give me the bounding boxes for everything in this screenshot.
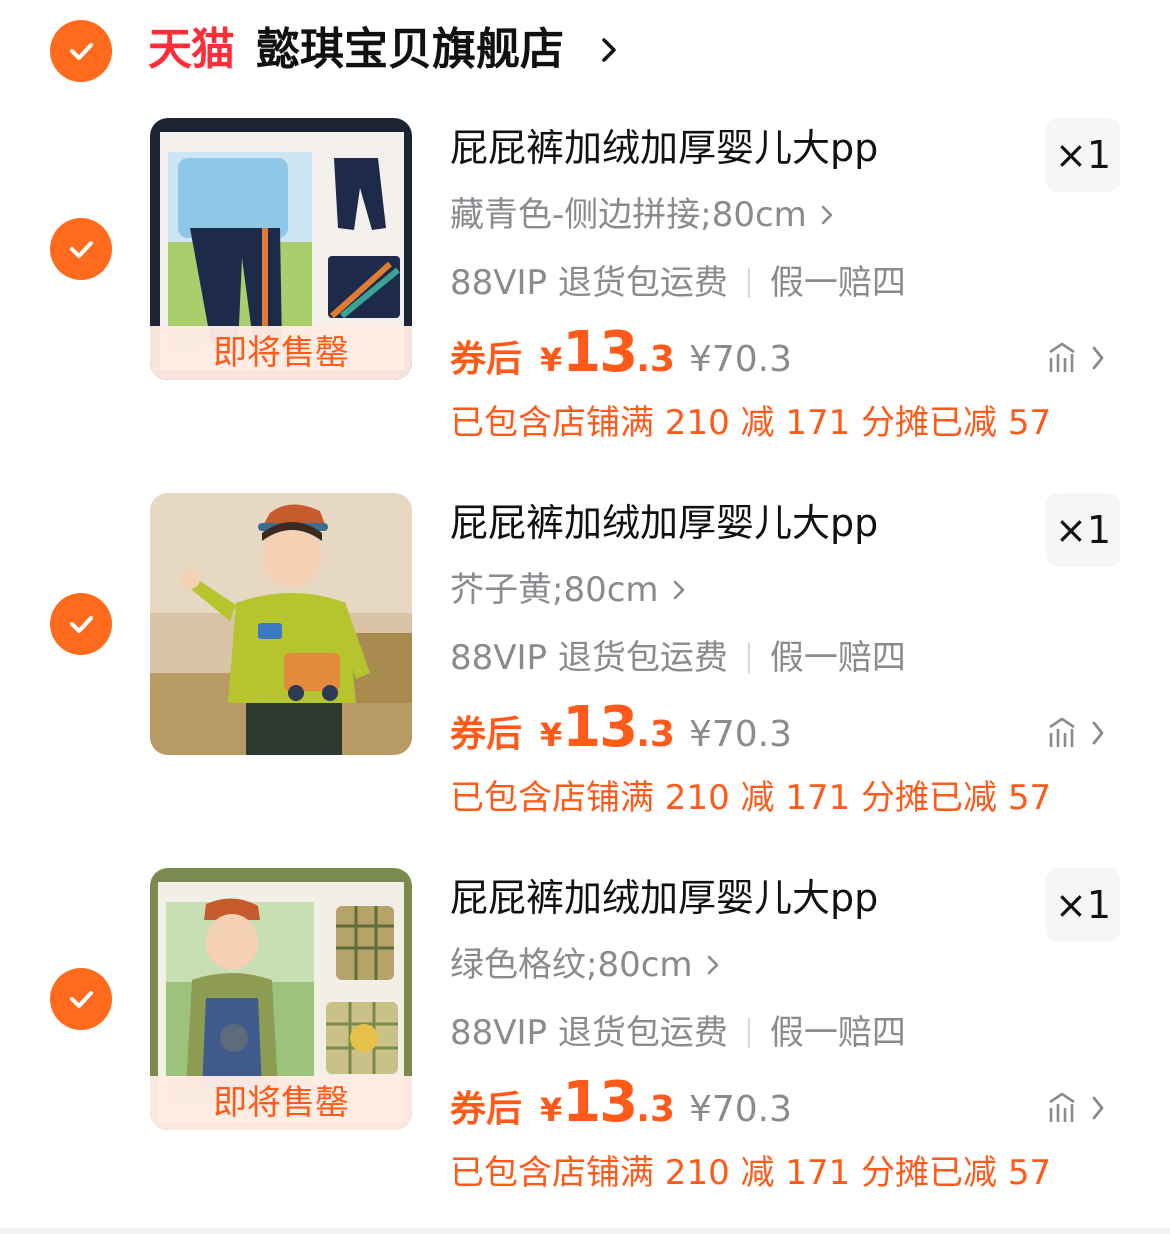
- cart-item: 即将售罄 屁屁裤加绒加厚婴儿大pp ×1 绿色格纹;80cm 88VIP 退货包…: [0, 868, 1170, 1234]
- price-integer: 13: [562, 695, 638, 760]
- store-select-checkbox[interactable]: [50, 20, 112, 82]
- divider: [0, 1228, 1170, 1234]
- product-title[interactable]: 屁屁裤加绒加厚婴儿大pp: [450, 120, 878, 176]
- service-tag-return: 88VIP 退货包运费: [450, 1013, 728, 1053]
- checkmark-icon: [70, 241, 93, 258]
- item-select-checkbox[interactable]: [50, 218, 112, 280]
- promo-text: 已包含店铺满 210 减 171 分摊已减 57: [450, 778, 1052, 818]
- service-tags: 88VIP 退货包运费 假一赔四: [450, 258, 906, 308]
- soldout-badge-label: 即将售罄: [213, 333, 349, 373]
- divider: [747, 268, 750, 298]
- service-tag-return: 88VIP 退货包运费: [450, 263, 728, 303]
- soldout-badge-label: 即将售罄: [213, 1083, 349, 1123]
- promo-text: 已包含店铺满 210 减 171 分摊已减 57: [450, 403, 1052, 443]
- divider: [747, 643, 750, 673]
- store-name-link[interactable]: 懿琪宝贝旗舰店: [256, 20, 564, 80]
- price-row: 券后 ¥ 13 .3 ¥70.3: [450, 320, 792, 394]
- currency-symbol: ¥: [540, 1091, 563, 1129]
- original-price: ¥70.3: [688, 1089, 793, 1130]
- item-select-checkbox[interactable]: [50, 968, 112, 1030]
- service-tag-guarantee: 假一赔四: [769, 1013, 906, 1053]
- store-header: 天猫 懿琪宝贝旗舰店: [0, 0, 1170, 104]
- promo-text: 已包含店铺满 210 减 171 分摊已减 57: [450, 1153, 1052, 1193]
- chevron-right-icon[interactable]: [598, 32, 620, 68]
- price-decimal: .3: [636, 1089, 675, 1130]
- sku-selector[interactable]: 芥子黄;80cm: [450, 565, 687, 615]
- price-decimal: .3: [636, 339, 675, 380]
- price-trend-icon[interactable]: [1046, 1090, 1110, 1126]
- quantity-button[interactable]: ×1: [1046, 118, 1120, 192]
- service-tag-guarantee: 假一赔四: [769, 263, 906, 303]
- quantity-button[interactable]: ×1: [1046, 493, 1120, 567]
- product-thumbnail[interactable]: 即将售罄: [150, 118, 412, 380]
- original-price: ¥70.3: [688, 339, 793, 380]
- currency-symbol: ¥: [540, 341, 563, 379]
- product-title[interactable]: 屁屁裤加绒加厚婴儿大pp: [450, 495, 878, 551]
- service-tags: 88VIP 退货包运费 假一赔四: [450, 1008, 906, 1058]
- sku-label: 藏青色-侧边拼接;80cm: [450, 195, 807, 235]
- original-price: ¥70.3: [688, 714, 793, 755]
- price-integer: 13: [562, 320, 638, 385]
- price-integer: 13: [562, 1070, 638, 1135]
- currency-symbol: ¥: [540, 716, 563, 754]
- divider: [747, 1018, 750, 1048]
- cart-item: 屁屁裤加绒加厚婴儿大pp ×1 芥子黄;80cm 88VIP 退货包运费 假一赔…: [0, 493, 1170, 867]
- tmall-logo: 天猫: [148, 24, 235, 75]
- quantity-button[interactable]: ×1: [1046, 868, 1120, 942]
- service-tag-guarantee: 假一赔四: [769, 638, 906, 678]
- price-decimal: .3: [636, 714, 675, 755]
- sku-label: 芥子黄;80cm: [450, 570, 659, 610]
- price-label: 券后: [450, 1089, 523, 1130]
- price-row: 券后 ¥ 13 .3 ¥70.3: [450, 1070, 792, 1144]
- checkmark-icon: [70, 616, 93, 633]
- service-tag-return: 88VIP 退货包运费: [450, 638, 728, 678]
- price-label: 券后: [450, 714, 523, 755]
- price-trend-icon[interactable]: [1046, 340, 1110, 376]
- cart-item: 即将售罄 屁屁裤加绒加厚婴儿大pp ×1 藏青色-侧边拼接;80cm 88VIP…: [0, 118, 1170, 492]
- service-tags: 88VIP 退货包运费 假一赔四: [450, 633, 906, 683]
- checkmark-icon: [70, 43, 93, 60]
- sku-label: 绿色格纹;80cm: [450, 945, 693, 985]
- product-thumbnail[interactable]: [150, 493, 412, 755]
- product-image-mustard-sweater: [150, 493, 412, 755]
- chevron-right-icon: [821, 205, 833, 225]
- checkmark-icon: [70, 991, 93, 1008]
- item-select-checkbox[interactable]: [50, 593, 112, 655]
- sku-selector[interactable]: 绿色格纹;80cm: [450, 940, 721, 990]
- chevron-right-icon: [707, 955, 718, 975]
- price-label: 券后: [450, 339, 523, 380]
- soldout-badge: 即将售罄: [150, 326, 412, 380]
- product-title[interactable]: 屁屁裤加绒加厚婴儿大pp: [450, 870, 878, 926]
- sku-selector[interactable]: 藏青色-侧边拼接;80cm: [450, 190, 835, 240]
- soldout-badge: 即将售罄: [150, 1076, 412, 1130]
- chevron-right-icon: [673, 580, 684, 600]
- price-row: 券后 ¥ 13 .3 ¥70.3: [450, 695, 792, 769]
- product-thumbnail[interactable]: 即将售罄: [150, 868, 412, 1130]
- price-trend-icon[interactable]: [1046, 715, 1110, 751]
